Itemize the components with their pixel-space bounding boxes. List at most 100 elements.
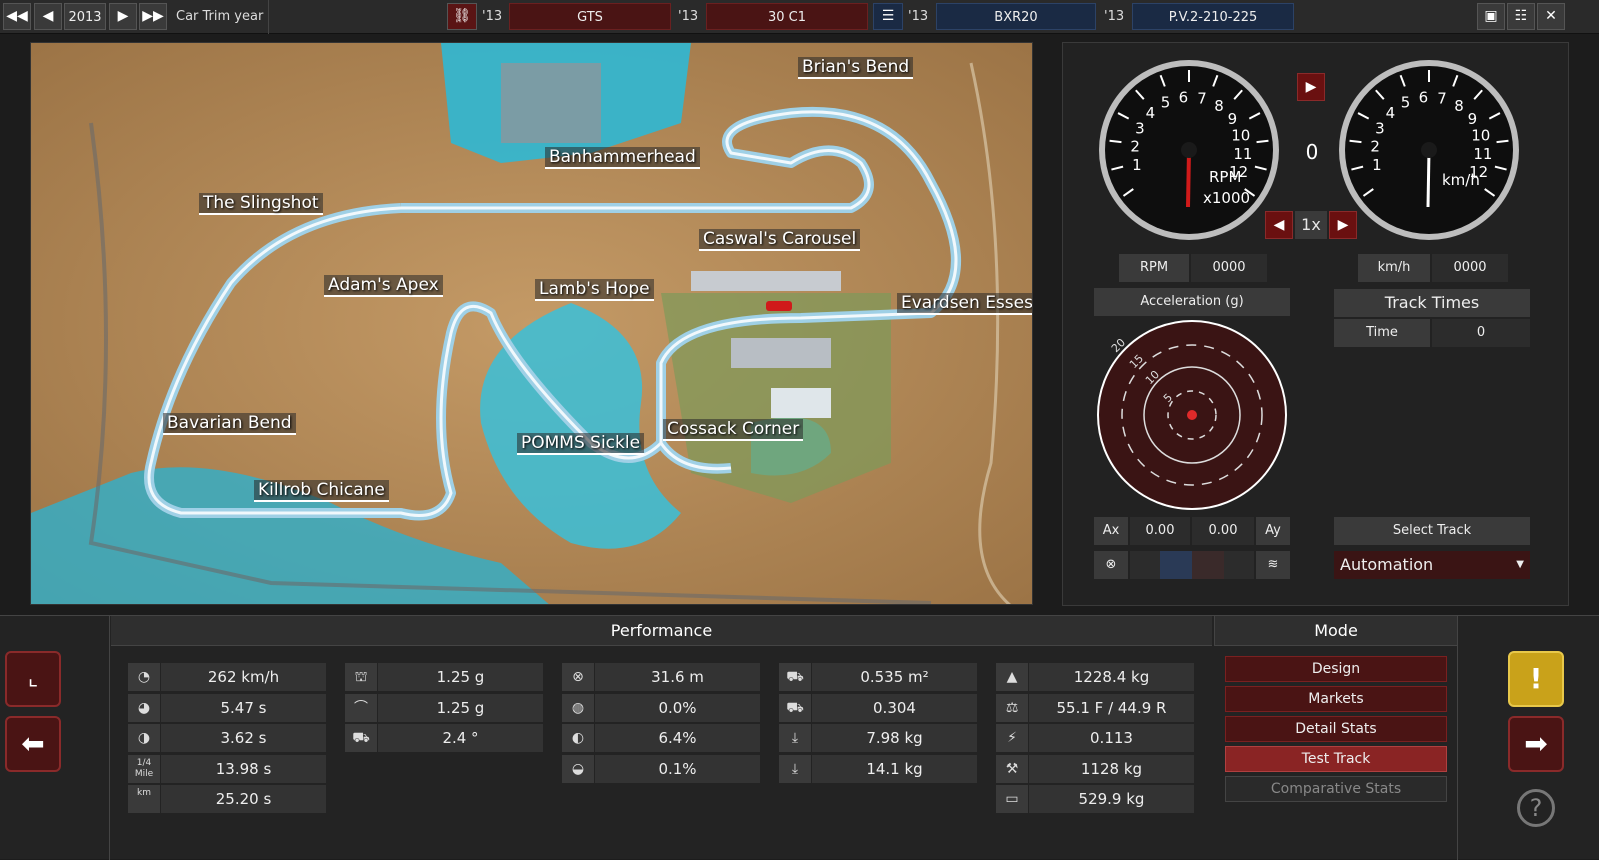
select-track-label: Select Track: [1334, 517, 1530, 545]
corner-label-lambs-hope: Lamb's Hope: [535, 279, 654, 301]
camera-icon[interactable]: ▣: [1477, 3, 1505, 30]
track-select-dropdown[interactable]: Automation ▼: [1334, 551, 1530, 579]
gauge-tick-label: 9: [1468, 110, 1478, 128]
engine-family-field[interactable]: BXR20: [936, 3, 1096, 30]
rpm-label: RPM: [1119, 254, 1189, 282]
engine-icon[interactable]: ☰: [873, 3, 903, 30]
track-map[interactable]: Brian's Bend Banhammerhead The Slingshot…: [30, 42, 1033, 605]
one-km-icon: km: [128, 785, 160, 813]
stat-value: 1128 kg: [1029, 754, 1194, 783]
rewind-year-icon[interactable]: ◀◀: [3, 3, 31, 30]
rpm-multiplier-label: x1000: [1203, 189, 1251, 207]
prev-year-icon[interactable]: ◀: [34, 3, 62, 30]
gauge-tick-label: 1: [1372, 156, 1382, 174]
corner-label-caswals-carousel: Caswal's Carousel: [699, 229, 861, 251]
kmh-label: km/h: [1358, 254, 1430, 282]
corner-label-killrob-chicane: Killrob Chicane: [254, 480, 389, 502]
oversteer-icon: ◒: [562, 754, 594, 783]
chevron-down-icon: ▼: [1516, 559, 1524, 570]
mode-test-track-button[interactable]: Test Track: [1225, 746, 1447, 772]
corner-label-bavarian-bend: Bavarian Bend: [163, 413, 296, 435]
car-year: '13: [482, 9, 503, 24]
time-label: Time: [1334, 319, 1430, 347]
trim-name-field[interactable]: 30 C1: [706, 3, 868, 30]
forward-arrow-icon[interactable]: ➡: [1508, 716, 1564, 772]
menu-icon[interactable]: ☷: [1507, 3, 1535, 30]
gauge-tick-label: 7: [1437, 90, 1447, 108]
mode-design-button[interactable]: Design: [1225, 656, 1447, 682]
stat-value: 1.25 g: [378, 693, 543, 722]
stat-value: 6.4%: [595, 724, 760, 752]
body-roll-icon: ⛟: [345, 724, 377, 752]
gauge-tick-label: 10: [1231, 127, 1250, 145]
stat-value: 2.4 °: [378, 724, 543, 752]
gauge-tick: [1496, 139, 1509, 144]
corner-label-cossack-corner: Cossack Corner: [663, 419, 804, 441]
trim-year-label: Car Trim year: [176, 9, 264, 24]
rpm-gauge: 12345 6 7 89101112: [1099, 60, 1279, 240]
reset-icon[interactable]: ⊗: [1094, 551, 1128, 579]
gauge-tick-label: 11: [1233, 145, 1252, 163]
mode-detail-stats-button[interactable]: Detail Stats: [1225, 716, 1447, 742]
ax-value: 0.00: [1130, 517, 1190, 545]
top-bar: ◀◀ ◀ 2013 ▶ ▶▶ Car Trim year ⛓ '13 GTS '…: [0, 0, 1599, 34]
gauge-tick-label: 7: [1197, 90, 1207, 108]
grip-icon: ⌒: [345, 693, 377, 722]
corner-label-pomms-sickle: POMMS Sickle: [517, 433, 645, 455]
acceleration-title: Acceleration (g): [1094, 288, 1290, 316]
brake-fade-icon: ◍: [562, 693, 594, 722]
next-year-icon[interactable]: ▶: [109, 3, 137, 30]
fast-forward-year-icon[interactable]: ▶▶: [139, 3, 167, 30]
ax-label: Ax: [1094, 517, 1128, 545]
warning-icon[interactable]: !: [1508, 651, 1564, 707]
kmh-value: 0000: [1432, 254, 1508, 282]
engine-variant-field[interactable]: P.V.2-210-225: [1132, 3, 1294, 30]
stat-value: 0.113: [1029, 724, 1194, 752]
car-icon[interactable]: ⛓: [447, 3, 477, 30]
weight-icon: ▲: [996, 663, 1028, 691]
corner-label-the-slingshot: The Slingshot: [199, 193, 323, 215]
stat-value: 529.9 kg: [1029, 785, 1194, 813]
variant-year: '13: [1104, 9, 1125, 24]
gauge-tick-label: 8: [1454, 97, 1464, 115]
corner-label-brians-bend: Brian's Bend: [798, 57, 914, 79]
wind-icon[interactable]: ≋: [1256, 551, 1290, 579]
graph-icon[interactable]: ⌞: [5, 651, 61, 707]
gauge-tick-label: 10: [1471, 127, 1490, 145]
performance-title: Performance: [111, 616, 1212, 646]
stat-value: 13.98 s: [161, 754, 326, 783]
stat-value: 25.20 s: [161, 785, 326, 813]
slower-icon[interactable]: ◀: [1265, 211, 1293, 239]
power-to-weight-icon: ⚡: [996, 724, 1028, 752]
color-swatch-blue: [1160, 551, 1192, 579]
stat-value: 0.1%: [595, 754, 760, 783]
gauge-tick-label: 8: [1214, 97, 1224, 115]
speed-unit-label: km/h: [1442, 171, 1480, 189]
gauge-tick-label: 3: [1135, 120, 1145, 138]
stat-value: 7.98 kg: [812, 724, 977, 752]
quarter-mile-icon: 1/4 Mile: [128, 754, 160, 783]
faster-icon[interactable]: ▶: [1329, 211, 1357, 239]
back-arrow-icon[interactable]: ⬅: [5, 716, 61, 772]
stat-value: 55.1 F / 44.9 R: [1029, 693, 1194, 722]
help-icon[interactable]: ?: [1517, 789, 1555, 827]
gauge-tick-label: 4: [1386, 104, 1396, 122]
stat-value: 31.6 m: [595, 663, 760, 691]
corner-label-banhammerhead: Banhammerhead: [545, 147, 700, 169]
drag-coefficient-icon: ⛟: [779, 693, 811, 722]
car-model-field[interactable]: GTS: [509, 3, 671, 30]
mode-comparative-stats-button[interactable]: Comparative Stats: [1225, 776, 1447, 802]
towing-icon: ⚒: [996, 754, 1028, 783]
mode-markets-button[interactable]: Markets: [1225, 686, 1447, 712]
track-selected-value: Automation: [1340, 555, 1434, 574]
year-display: 2013: [64, 3, 106, 30]
stat-value: 3.62 s: [161, 724, 326, 752]
front-downforce-icon: ⤓: [779, 724, 811, 752]
stat-value: 0.0%: [595, 693, 760, 722]
gauge-tick-label: 9: [1228, 110, 1238, 128]
rpm-value: 0000: [1191, 254, 1267, 282]
close-icon[interactable]: ✕: [1537, 3, 1565, 30]
play-icon[interactable]: ▶: [1297, 73, 1325, 101]
gauge-tick-label: 2: [1370, 138, 1380, 156]
stat-value: 5.47 s: [161, 693, 326, 722]
